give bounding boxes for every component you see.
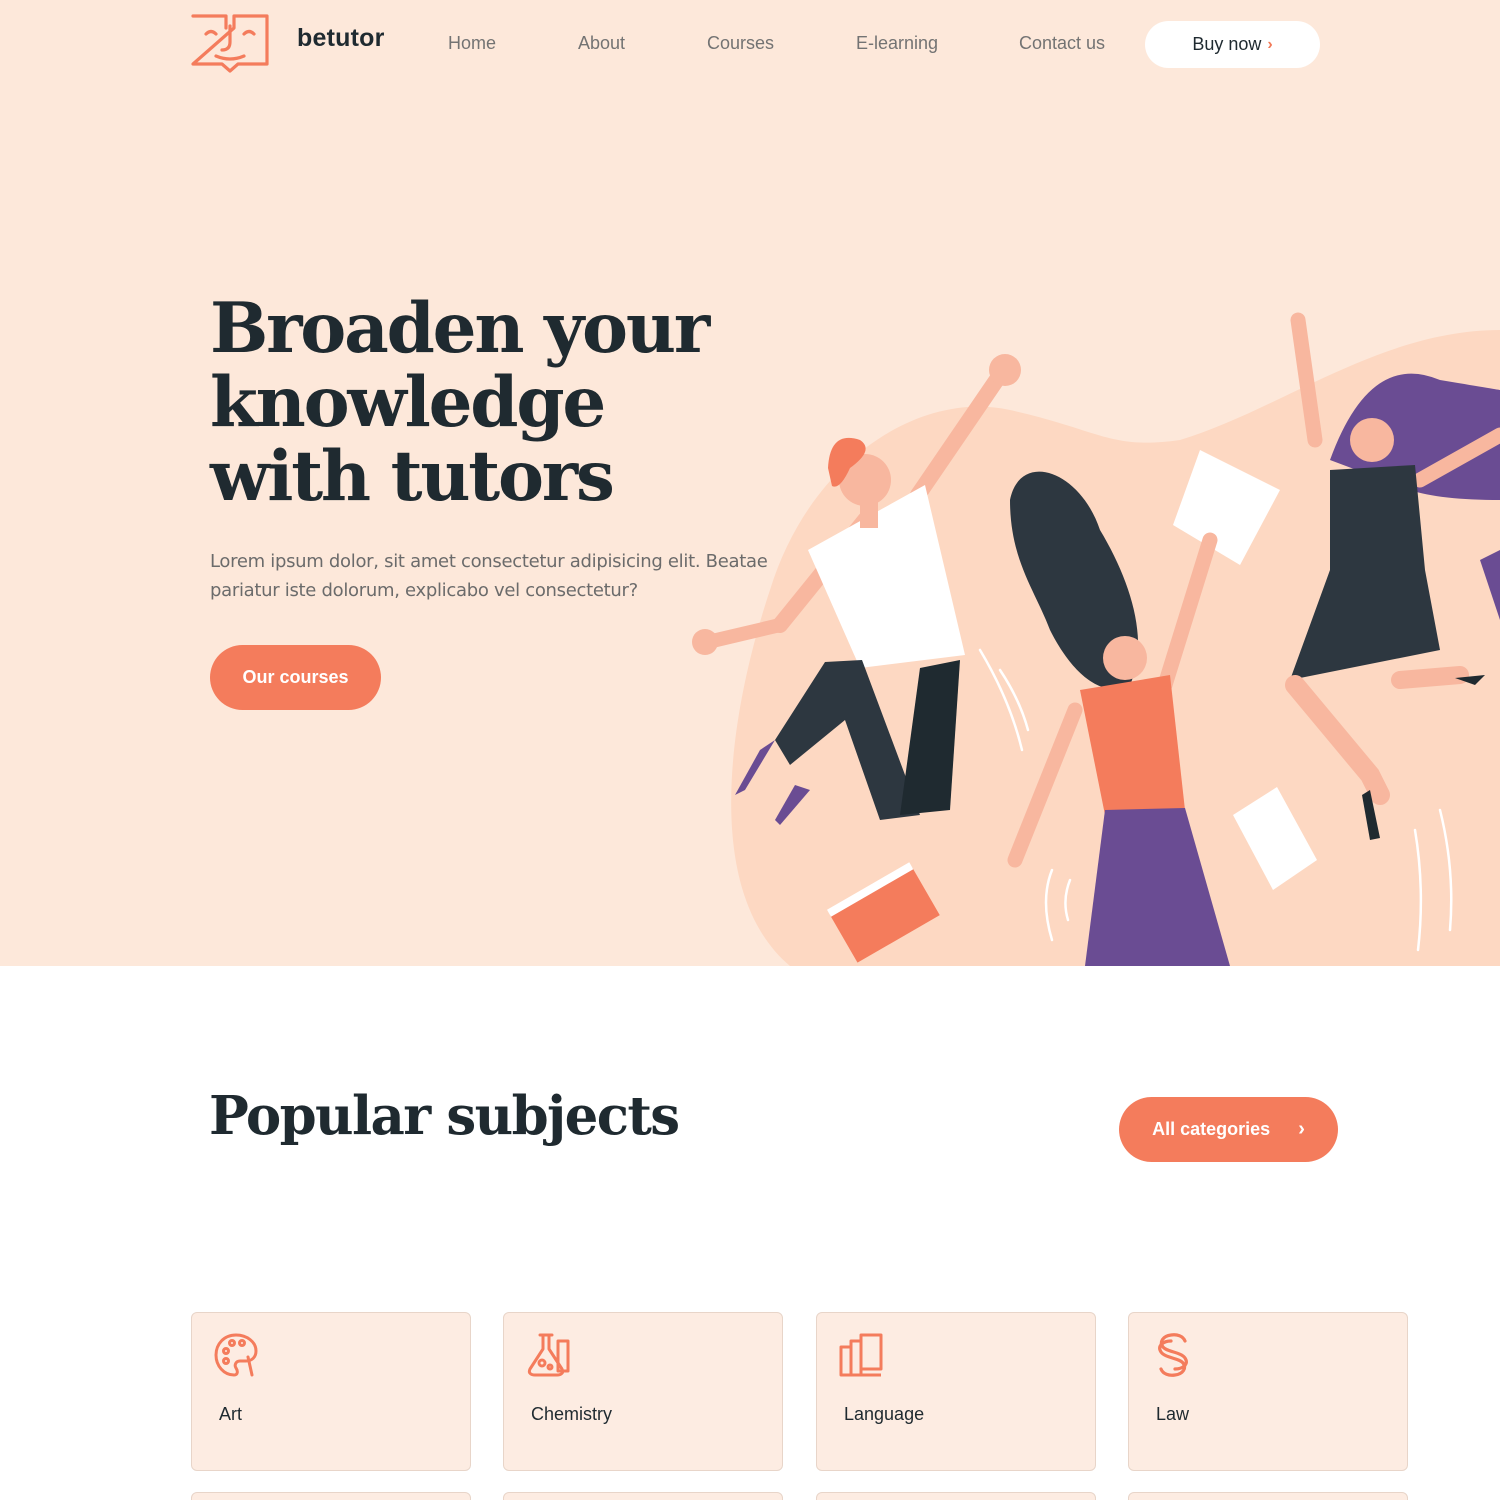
chevron-right-icon: ›: [1298, 1118, 1305, 1140]
subject-label: Art: [219, 1404, 243, 1424]
chevron-right-icon: ›: [1267, 35, 1273, 53]
buy-now-button[interactable]: Buy now ›: [1145, 21, 1320, 68]
hero-title-line: Broaden your: [210, 288, 710, 369]
subject-card-law[interactable]: Law: [1128, 1312, 1408, 1471]
all-categories-label: All categories: [1152, 1119, 1271, 1139]
section-sign-icon: [1158, 1333, 1188, 1377]
nav-e-learning[interactable]: E-learning: [856, 33, 938, 54]
subject-label: Chemistry: [531, 1404, 613, 1424]
our-courses-button[interactable]: Our courses: [210, 645, 381, 710]
brand-name[interactable]: betutor: [297, 24, 385, 53]
subject-card-language[interactable]: Language: [816, 1312, 1096, 1471]
hero-section: betutor Home About Courses E-learning Co…: [0, 0, 1500, 966]
flask-icon: [527, 1333, 570, 1377]
nav-courses[interactable]: Courses: [707, 33, 774, 54]
buy-now-label: Buy now: [1192, 34, 1262, 54]
section-title-popular-subjects: Popular subjects: [209, 1085, 680, 1147]
subject-card-partial[interactable]: [816, 1492, 1096, 1500]
hero-title-line: knowledge: [210, 362, 606, 443]
nav-home[interactable]: Home: [448, 33, 496, 54]
jumping-students-illustration: [692, 312, 1500, 966]
subject-card-partial[interactable]: [503, 1492, 783, 1500]
palette-icon: [214, 1333, 258, 1377]
subject-card-partial[interactable]: [191, 1492, 471, 1500]
books-icon: [839, 1333, 883, 1377]
hero-title-line: with tutors: [210, 436, 615, 517]
all-categories-button[interactable]: All categories ›: [1119, 1097, 1338, 1162]
subject-label: Law: [1156, 1404, 1190, 1424]
subject-card-partial[interactable]: [1128, 1492, 1408, 1500]
subject-card-chemistry[interactable]: Chemistry: [503, 1312, 783, 1471]
nav-contact-us[interactable]: Contact us: [1019, 33, 1105, 54]
subject-label: Language: [844, 1404, 925, 1424]
betutor-logo-icon[interactable]: [190, 12, 270, 74]
nav-about[interactable]: About: [578, 33, 625, 54]
subject-card-art[interactable]: Art: [191, 1312, 471, 1471]
